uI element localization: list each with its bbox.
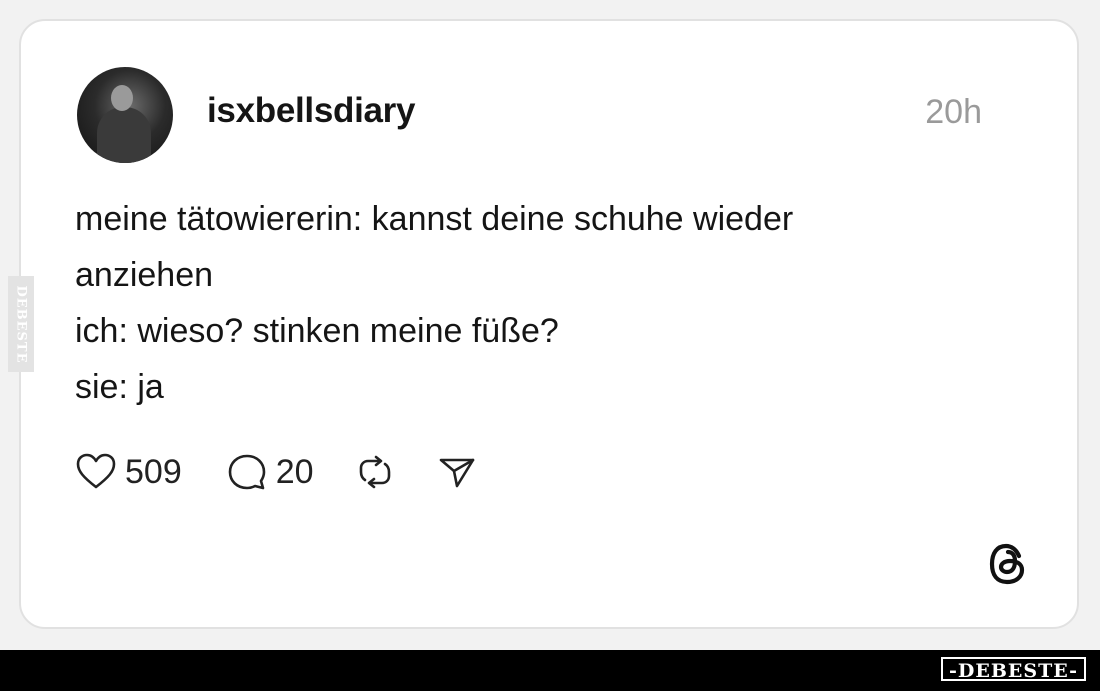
- post-text-line: ich: wieso? stinken meine füße?: [75, 312, 559, 350]
- repost-icon: [354, 452, 396, 492]
- post-text-line: meine tätowiererin: kannst deine schuhe …: [75, 200, 794, 238]
- bottom-bar: -DEBESTE-: [0, 650, 1100, 691]
- avatar[interactable]: [77, 67, 173, 163]
- repost-button[interactable]: [354, 452, 396, 492]
- reply-count: 20: [275, 452, 314, 491]
- avatar-figure-body: [97, 107, 151, 163]
- heart-icon: [75, 452, 117, 492]
- post-time: 20h: [925, 93, 982, 131]
- post-text: meine tätowiererin: kannst deine schuhe …: [75, 191, 975, 415]
- watermark-logo: -DEBESTE-: [941, 657, 1086, 682]
- share-button[interactable]: [436, 452, 478, 492]
- side-watermark-text: DEBESTE: [13, 284, 29, 364]
- avatar-figure-head: [111, 85, 133, 111]
- send-icon: [436, 452, 478, 492]
- like-button[interactable]: 509: [75, 452, 182, 492]
- post-text-line: anziehen: [75, 256, 214, 294]
- threads-logo-icon: [983, 539, 1033, 589]
- side-watermark: DEBESTE: [8, 276, 34, 372]
- comment-bubble-icon: [226, 452, 268, 492]
- action-bar: 509 20: [75, 449, 478, 495]
- page: isxbellsdiary 20h meine tätowiererin: ka…: [0, 0, 1100, 691]
- post-card: isxbellsdiary 20h meine tätowiererin: ka…: [19, 19, 1079, 629]
- like-count: 509: [125, 452, 182, 491]
- post-text-line: sie: ja: [75, 368, 164, 406]
- reply-button[interactable]: 20: [226, 452, 314, 492]
- username[interactable]: isxbellsdiary: [207, 91, 415, 131]
